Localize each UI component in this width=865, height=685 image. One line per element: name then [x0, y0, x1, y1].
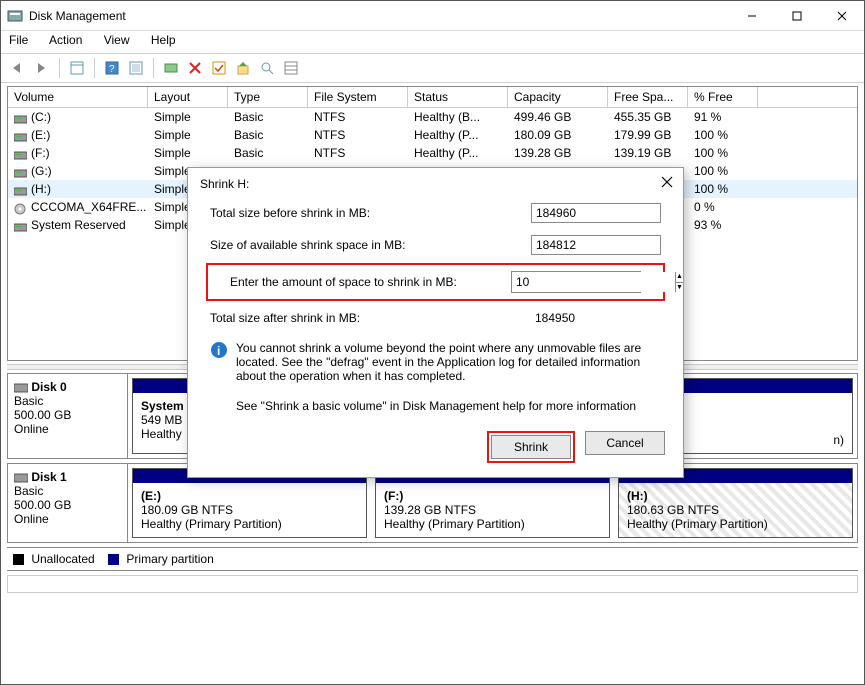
partition[interactable]: (E:)180.09 GB NTFSHealthy (Primary Parti…: [132, 468, 367, 538]
dialog-titlebar: Shrink H:: [188, 168, 683, 197]
col-pct[interactable]: % Free: [688, 87, 758, 108]
drive-icon: [14, 149, 27, 159]
drive-icon: [14, 203, 27, 213]
disk-label: Disk 0Basic500.00 GBOnline: [8, 374, 128, 458]
disk-label: Disk 1Basic500.00 GBOnline: [8, 464, 128, 542]
svg-text:i: i: [217, 344, 220, 358]
cancel-button[interactable]: Cancel: [585, 431, 665, 455]
dialog-close-icon[interactable]: [661, 176, 673, 191]
col-volume[interactable]: Volume: [8, 87, 148, 108]
back-icon[interactable]: [7, 57, 29, 79]
window-title: Disk Management: [29, 9, 729, 23]
volume-row[interactable]: (C:)SimpleBasicNTFSHealthy (B...499.46 G…: [8, 108, 857, 126]
refresh-icon[interactable]: [160, 57, 182, 79]
maximize-button[interactable]: [774, 1, 819, 30]
drive-icon: [14, 167, 27, 177]
legend-swatch-unalloc: [13, 554, 24, 565]
col-free[interactable]: Free Spa...: [608, 87, 688, 108]
val-total-before: 184960: [531, 203, 661, 223]
menu-action[interactable]: Action: [49, 33, 82, 47]
volume-row[interactable]: (E:)SimpleBasicNTFSHealthy (P...180.09 G…: [8, 126, 857, 144]
show-hide-icon[interactable]: [66, 57, 88, 79]
search-icon[interactable]: [256, 57, 278, 79]
shrink-button-highlight: Shrink: [487, 431, 575, 463]
app-icon: [7, 8, 23, 24]
shrink-amount-input[interactable]: [512, 272, 675, 292]
lbl-after: Total size after shrink in MB:: [210, 311, 531, 325]
legend-swatch-primary: [108, 554, 119, 565]
drive-icon: [14, 221, 27, 231]
menu-file[interactable]: File: [9, 33, 28, 47]
lbl-total-before: Total size before shrink in MB:: [210, 206, 531, 220]
col-type[interactable]: Type: [228, 87, 308, 108]
drive-icon: [14, 113, 27, 123]
volume-row[interactable]: (F:)SimpleBasicNTFSHealthy (P...139.28 G…: [8, 144, 857, 162]
disk-management-window: Disk Management File Action View Help ? …: [0, 0, 865, 685]
spinner-up-icon[interactable]: ▲: [676, 272, 683, 283]
forward-icon[interactable]: [31, 57, 53, 79]
col-layout[interactable]: Layout: [148, 87, 228, 108]
statusbar: [7, 575, 858, 593]
toolbar: ?: [1, 53, 864, 83]
col-fs[interactable]: File System: [308, 87, 408, 108]
partition[interactable]: (H:)180.63 GB NTFSHealthy (Primary Parti…: [618, 468, 853, 538]
menu-view[interactable]: View: [104, 33, 130, 47]
dialog-title: Shrink H:: [200, 177, 661, 191]
info-text-2: See "Shrink a basic volume" in Disk Mana…: [236, 399, 636, 413]
col-capacity[interactable]: Capacity: [508, 87, 608, 108]
partition[interactable]: (F:)139.28 GB NTFSHealthy (Primary Parti…: [375, 468, 610, 538]
help-icon[interactable]: ?: [101, 57, 123, 79]
shrink-dialog: Shrink H: Total size before shrink in MB…: [187, 167, 684, 478]
legend-primary: Primary partition: [126, 552, 213, 566]
legend: Unallocated Primary partition: [7, 547, 858, 571]
info-text-1: You cannot shrink a volume beyond the po…: [236, 341, 661, 383]
legend-unalloc: Unallocated: [31, 552, 94, 566]
settings-icon[interactable]: [125, 57, 147, 79]
grid-header: Volume Layout Type File System Status Ca…: [8, 87, 857, 108]
minimize-button[interactable]: [729, 1, 774, 30]
titlebar: Disk Management: [1, 1, 864, 31]
info-icon: i: [210, 341, 228, 359]
close-button[interactable]: [819, 1, 864, 30]
val-avail: 184812: [531, 235, 661, 255]
spinner-down-icon[interactable]: ▼: [676, 283, 683, 293]
check-icon[interactable]: [208, 57, 230, 79]
drive-icon: [14, 185, 27, 195]
delete-icon[interactable]: [184, 57, 206, 79]
lbl-enter: Enter the amount of space to shrink in M…: [230, 275, 511, 289]
val-after: 184950: [531, 309, 661, 327]
shrink-button[interactable]: Shrink: [491, 435, 571, 459]
list-icon[interactable]: [280, 57, 302, 79]
up-icon[interactable]: [232, 57, 254, 79]
col-status[interactable]: Status: [408, 87, 508, 108]
drive-icon: [14, 131, 27, 141]
svg-text:?: ?: [109, 64, 115, 75]
partition[interactable]: System549 MBHealthy: [132, 378, 192, 454]
menu-help[interactable]: Help: [151, 33, 176, 47]
lbl-avail: Size of available shrink space in MB:: [210, 238, 531, 252]
shrink-amount-spinner[interactable]: ▲ ▼: [511, 271, 641, 293]
menubar: File Action View Help: [1, 31, 864, 53]
